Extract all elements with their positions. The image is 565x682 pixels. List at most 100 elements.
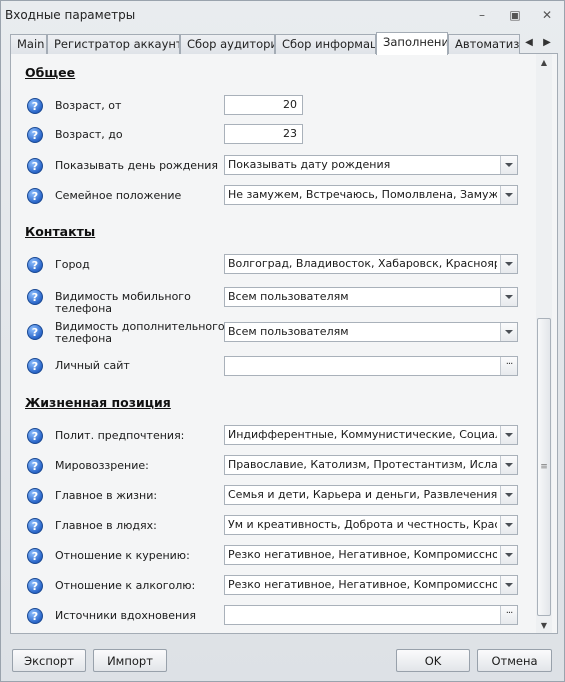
tab-automation[interactable]: Автоматизац xyxy=(448,34,520,54)
city-label: Город xyxy=(55,258,90,271)
mobile-visibility-label: Видимость мобильного телефона xyxy=(55,291,191,315)
alcohol-label: Отношение к алкоголю: xyxy=(55,579,196,592)
show-birthday-select[interactable]: Показывать дату рождения xyxy=(224,155,518,175)
smoking-select[interactable]: Резко негативное, Негативное, Компромисс… xyxy=(224,545,518,565)
show-birthday-value: Показывать дату рождения xyxy=(228,158,391,171)
main-in-life-value: Семья и дети, Карьера и деньги, Развлече… xyxy=(228,488,497,501)
help-icon[interactable]: ? xyxy=(27,488,43,504)
scroll-up-button[interactable]: ▲ xyxy=(536,55,552,69)
main-in-life-select[interactable]: Семья и дети, Карьера и деньги, Развлече… xyxy=(224,485,518,505)
help-icon[interactable]: ? xyxy=(27,608,43,624)
age-from-input[interactable]: 20 xyxy=(224,95,303,115)
tab-scroll-right-button[interactable]: ▶ xyxy=(538,33,556,51)
help-icon[interactable]: ? xyxy=(27,458,43,474)
marital-status-select[interactable]: Не замужем, Встречаюсь, Помолвлена, Заму… xyxy=(224,185,518,205)
chevron-right-icon: ▶ xyxy=(543,36,551,48)
personal-site-input[interactable]: ··· xyxy=(224,356,518,376)
tab-main[interactable]: Main xyxy=(10,34,47,54)
tab-filling[interactable]: Заполнение xyxy=(376,32,448,55)
help-icon[interactable]: ? xyxy=(27,324,43,340)
help-icon[interactable]: ? xyxy=(27,548,43,564)
chevron-down-icon xyxy=(505,295,513,299)
help-icon[interactable]: ? xyxy=(27,127,43,143)
tab-account-registrator[interactable]: Регистратор аккаунтов xyxy=(47,34,180,54)
extra-phone-visibility-select[interactable]: Всем пользователям xyxy=(224,322,518,342)
political-select[interactable]: Индифферентные, Коммунистические, Социал… xyxy=(224,425,518,445)
age-from-label: Возраст, от xyxy=(55,99,122,112)
help-icon[interactable]: ? xyxy=(27,358,43,374)
city-select[interactable]: Волгоград, Владивосток, Хабаровск, Красн… xyxy=(224,254,518,274)
more-icon: ··· xyxy=(505,358,513,370)
minimize-button[interactable]: – xyxy=(471,7,493,23)
tab-audience-collection[interactable]: Сбор аудитории xyxy=(180,34,275,54)
help-icon[interactable]: ? xyxy=(27,158,43,174)
close-icon: ✕ xyxy=(541,8,553,22)
dropdown-button[interactable] xyxy=(500,516,517,534)
tab-info-collection[interactable]: Сбор информации xyxy=(275,34,376,54)
chevron-down-icon xyxy=(505,493,513,497)
grip-icon: ≡ xyxy=(540,462,548,472)
dropdown-button[interactable] xyxy=(500,288,517,306)
city-value: Волгоград, Владивосток, Хабаровск, Красн… xyxy=(228,257,497,270)
dropdown-button[interactable] xyxy=(500,186,517,204)
worldview-select[interactable]: Православие, Католизм, Протестантизм, Ис… xyxy=(224,455,518,475)
settings-panel: Общее ? Возраст, от 20 ? Возраст, до 23 … xyxy=(10,54,558,634)
dropdown-button[interactable] xyxy=(500,323,517,341)
help-icon[interactable]: ? xyxy=(27,98,43,114)
tab-bar: Main Регистратор аккаунтов Сбор аудитори… xyxy=(10,32,558,55)
tab-scroll-left-button[interactable]: ◀ xyxy=(520,33,538,51)
help-icon[interactable]: ? xyxy=(27,518,43,534)
inspiration-input[interactable]: ··· xyxy=(224,605,518,625)
browse-button[interactable]: ··· xyxy=(500,606,517,624)
smoking-value: Резко негативное, Негативное, Компромисс… xyxy=(228,548,497,561)
dropdown-button[interactable] xyxy=(500,576,517,594)
browse-button[interactable]: ··· xyxy=(500,357,517,375)
show-birthday-label: Показывать день рождения xyxy=(55,159,219,172)
main-in-people-select[interactable]: Ум и креативность, Доброта и честность, … xyxy=(224,515,518,535)
age-to-label: Возраст, до xyxy=(55,128,123,141)
restore-icon: ▣ xyxy=(509,8,521,22)
alcohol-value: Резко негативное, Негативное, Компромисс… xyxy=(228,578,497,591)
close-button[interactable]: ✕ xyxy=(536,7,558,23)
chevron-down-icon xyxy=(505,523,513,527)
main-in-people-value: Ум и креативность, Доброта и честность, … xyxy=(228,518,497,531)
alcohol-select[interactable]: Резко негативное, Негативное, Компромисс… xyxy=(224,575,518,595)
chevron-up-icon: ▲ xyxy=(540,57,548,67)
export-button[interactable]: Экспорт xyxy=(12,649,86,672)
political-value: Индифферентные, Коммунистические, Социал… xyxy=(228,428,497,441)
help-icon[interactable]: ? xyxy=(27,289,43,305)
cancel-button[interactable]: Отмена xyxy=(477,649,552,672)
age-to-input[interactable]: 23 xyxy=(224,124,303,144)
scrollbar-thumb[interactable]: ≡ xyxy=(537,318,551,616)
dropdown-button[interactable] xyxy=(500,456,517,474)
section-life-position-heading: Жизненная позиция xyxy=(25,395,171,410)
extra-phone-visibility-label: Видимость дополнительного телефона xyxy=(55,321,225,345)
main-in-people-label: Главное в людях: xyxy=(55,519,157,532)
dropdown-button[interactable] xyxy=(500,255,517,273)
maximize-button[interactable]: ▣ xyxy=(504,7,526,23)
help-icon[interactable]: ? xyxy=(27,578,43,594)
section-contacts-heading: Контакты xyxy=(25,224,96,239)
title-bar: Входные параметры – ▣ ✕ xyxy=(1,1,564,29)
extra-phone-visibility-label-line2: телефона xyxy=(55,332,113,345)
chevron-down-icon xyxy=(505,163,513,167)
chevron-down-icon xyxy=(505,262,513,266)
ok-button[interactable]: OK xyxy=(396,649,470,672)
chevron-down-icon: ▼ xyxy=(540,620,548,630)
dropdown-button[interactable] xyxy=(500,426,517,444)
dropdown-button[interactable] xyxy=(500,486,517,504)
chevron-left-icon: ◀ xyxy=(525,36,533,48)
main-in-life-label: Главное в жизни: xyxy=(55,489,158,502)
chevron-down-icon xyxy=(505,553,513,557)
help-icon[interactable]: ? xyxy=(27,428,43,444)
worldview-value: Православие, Католизм, Протестантизм, Ис… xyxy=(228,458,497,471)
help-icon[interactable]: ? xyxy=(27,257,43,273)
dropdown-button[interactable] xyxy=(500,546,517,564)
import-button[interactable]: Импорт xyxy=(93,649,167,672)
mobile-visibility-select[interactable]: Всем пользователям xyxy=(224,287,518,307)
dropdown-button[interactable] xyxy=(500,156,517,174)
help-icon[interactable]: ? xyxy=(27,188,43,204)
chevron-down-icon xyxy=(505,433,513,437)
scroll-down-button[interactable]: ▼ xyxy=(536,618,552,632)
marital-status-value: Не замужем, Встречаюсь, Помолвлена, Заму… xyxy=(228,188,497,201)
